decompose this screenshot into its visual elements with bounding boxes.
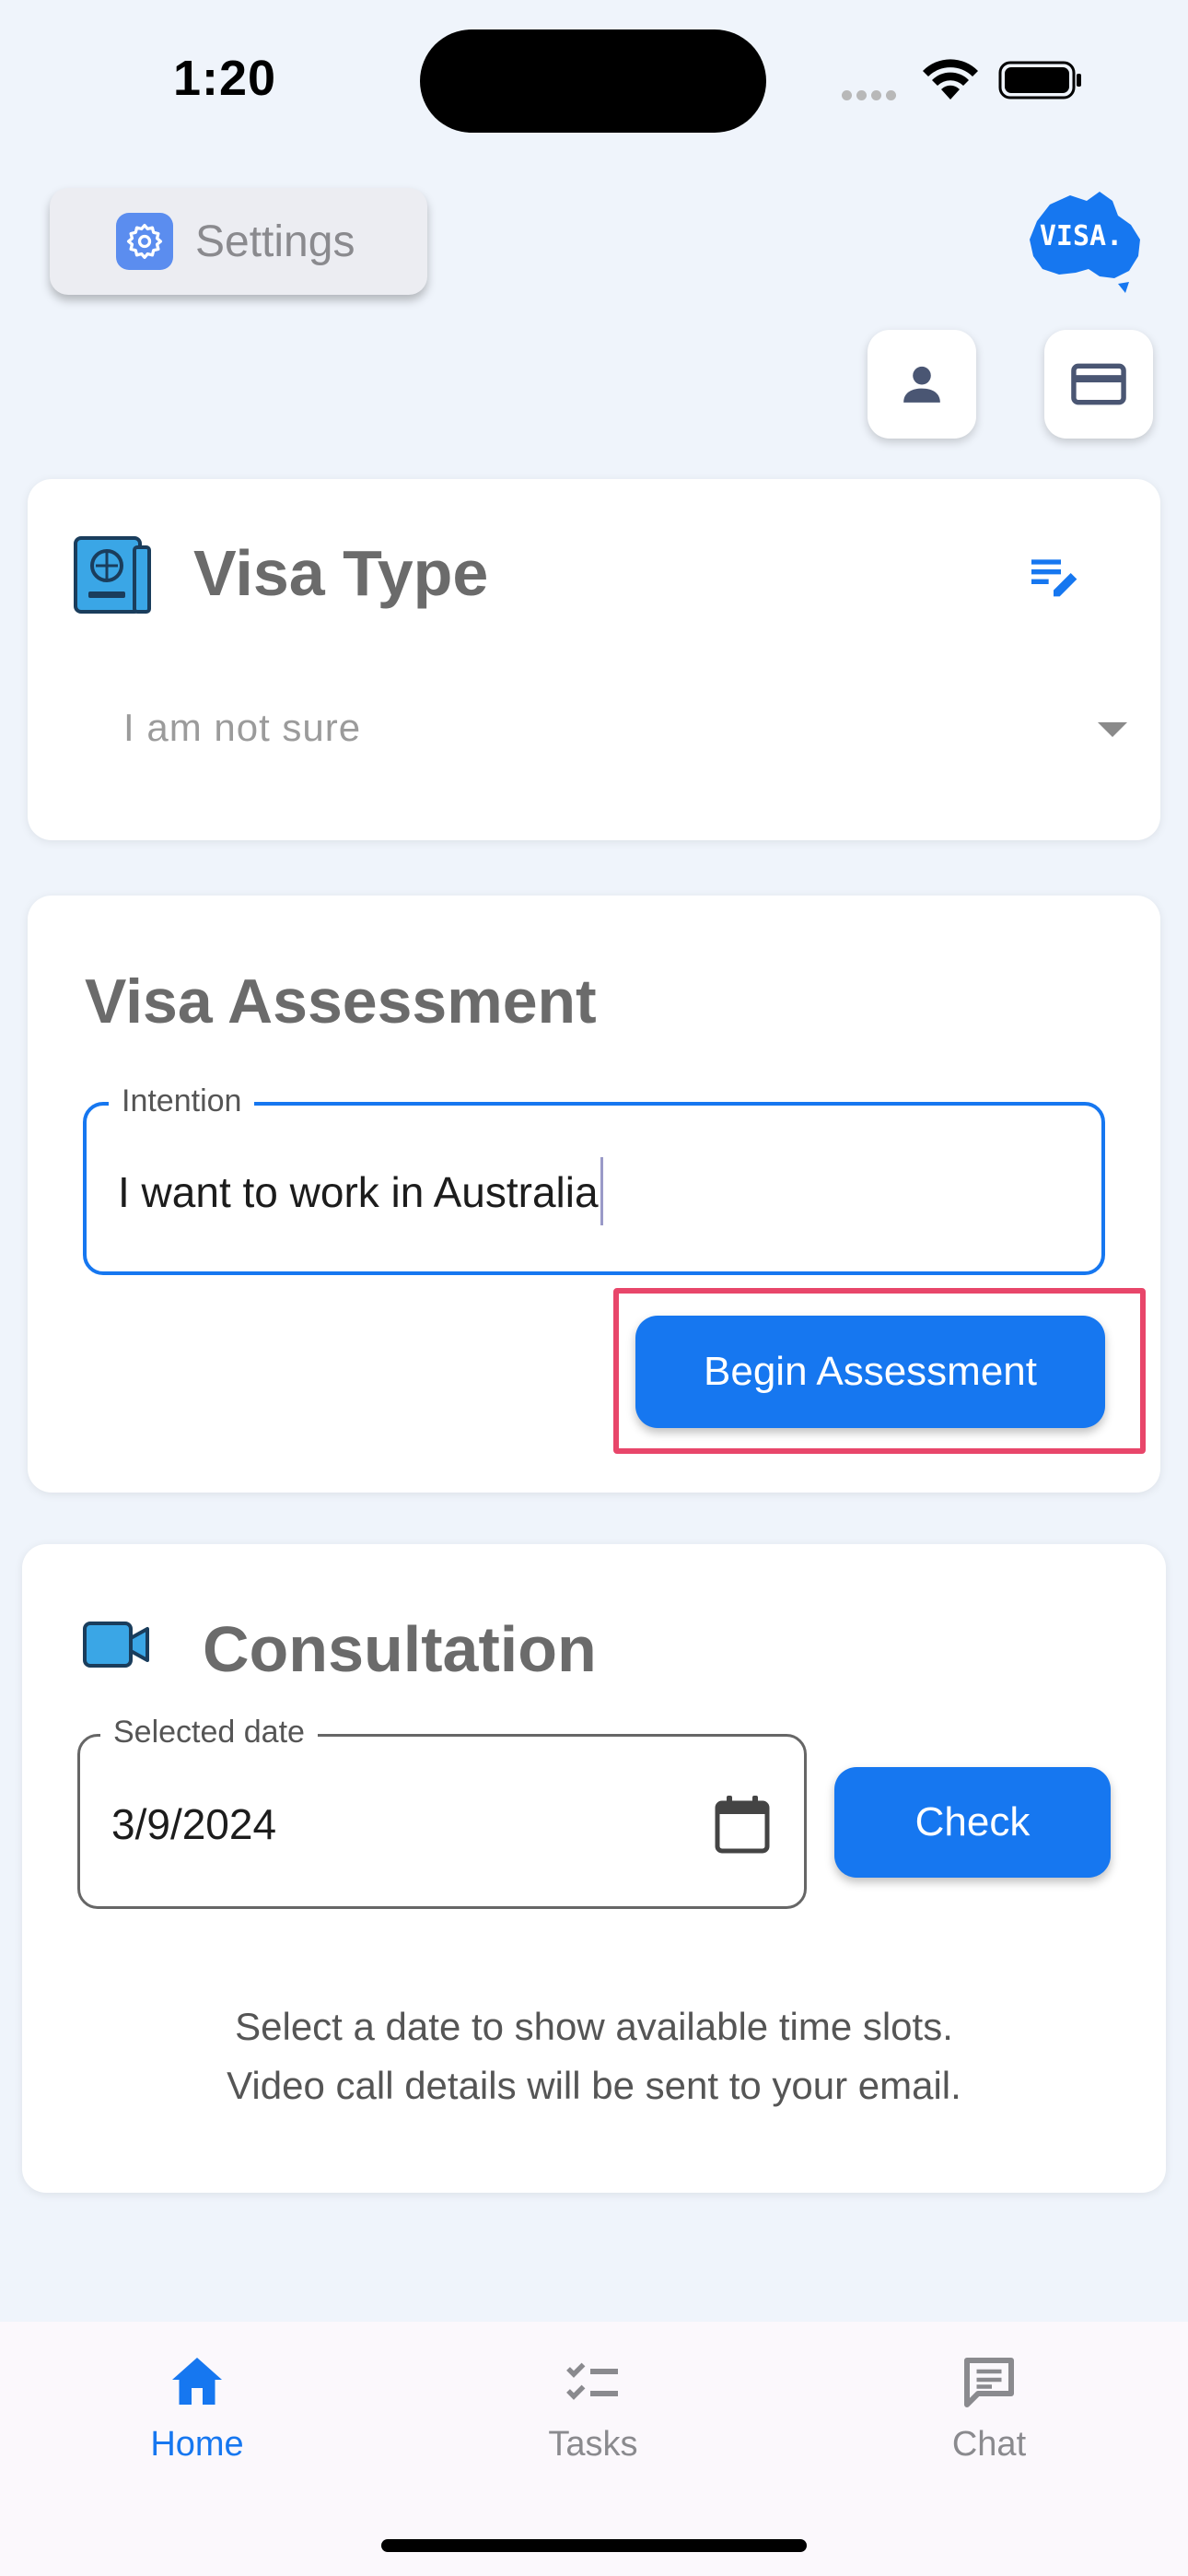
checklist-icon [566, 2362, 618, 2400]
dynamic-island [420, 29, 766, 133]
video-camera-icon [83, 1622, 149, 1668]
intention-input-value: I want to work in Australia [118, 1168, 599, 1217]
nav-item-home[interactable]: Home [77, 2349, 317, 2465]
home-icon [172, 2358, 222, 2405]
visa-type-dropdown[interactable]: I am not sure [123, 706, 1127, 789]
nav-item-chat[interactable]: Chat [869, 2349, 1109, 2465]
gear-icon [116, 213, 173, 270]
logo-text: VISA. [1040, 220, 1123, 252]
profile-button[interactable] [868, 330, 976, 439]
passport-icon [74, 536, 151, 614]
visa-assessment-card: Visa Assessment Intention I want to work… [28, 896, 1160, 1493]
edit-list-icon[interactable] [1024, 547, 1083, 606]
selected-date-value: 3/9/2024 [111, 1800, 277, 1848]
visa-assessment-title: Visa Assessment [85, 966, 597, 1036]
chevron-down-icon [1098, 722, 1127, 737]
battery-icon [998, 61, 1081, 100]
visa-type-title: Visa Type [193, 537, 489, 609]
status-time: 1:20 [173, 51, 277, 106]
selected-date-field[interactable]: Selected date 3/9/2024 [77, 1715, 807, 1909]
credit-card-icon [1071, 363, 1126, 405]
chat-icon [964, 2358, 1014, 2407]
home-indicator [381, 2539, 807, 2552]
check-button[interactable]: Check [834, 1767, 1111, 1878]
person-icon [903, 366, 940, 403]
cellular-signal-icon [842, 88, 901, 105]
bottom-nav: Home Tasks Chat [0, 2322, 1188, 2576]
begin-assessment-button[interactable]: Begin Assessment [635, 1316, 1105, 1428]
selected-date-label: Selected date [100, 1715, 318, 1751]
calendar-icon[interactable] [712, 1792, 773, 1856]
visa-australia-logo: VISA. [1030, 192, 1140, 293]
nav-label-chat: Chat [951, 2425, 1027, 2464]
nav-item-tasks[interactable]: Tasks [473, 2349, 713, 2465]
settings-button[interactable]: Settings [50, 188, 427, 295]
visa-type-card: Visa Type I am not sure [28, 479, 1160, 840]
settings-label: Settings [195, 217, 355, 266]
consultation-note-line-2: Video call details will be sent to your … [227, 2064, 961, 2107]
wifi-icon [923, 59, 978, 100]
nav-label-home: Home [150, 2425, 244, 2464]
nav-label-tasks: Tasks [548, 2425, 638, 2464]
payment-button[interactable] [1044, 330, 1153, 439]
text-cursor [600, 1157, 603, 1225]
status-bar: 1:20 [0, 0, 1188, 157]
consultation-note-line-1: Select a date to show available time slo… [235, 2005, 953, 2048]
consultation-note: Select a date to show available time slo… [22, 1997, 1166, 2115]
consultation-card: Consultation Selected date 3/9/2024 Chec… [22, 1544, 1166, 2193]
intention-label: Intention [109, 1083, 255, 1119]
consultation-title: Consultation [203, 1613, 597, 1685]
visa-type-selected: I am not sure [123, 706, 362, 749]
intention-field[interactable]: Intention I want to work in Australia [83, 1083, 1105, 1275]
